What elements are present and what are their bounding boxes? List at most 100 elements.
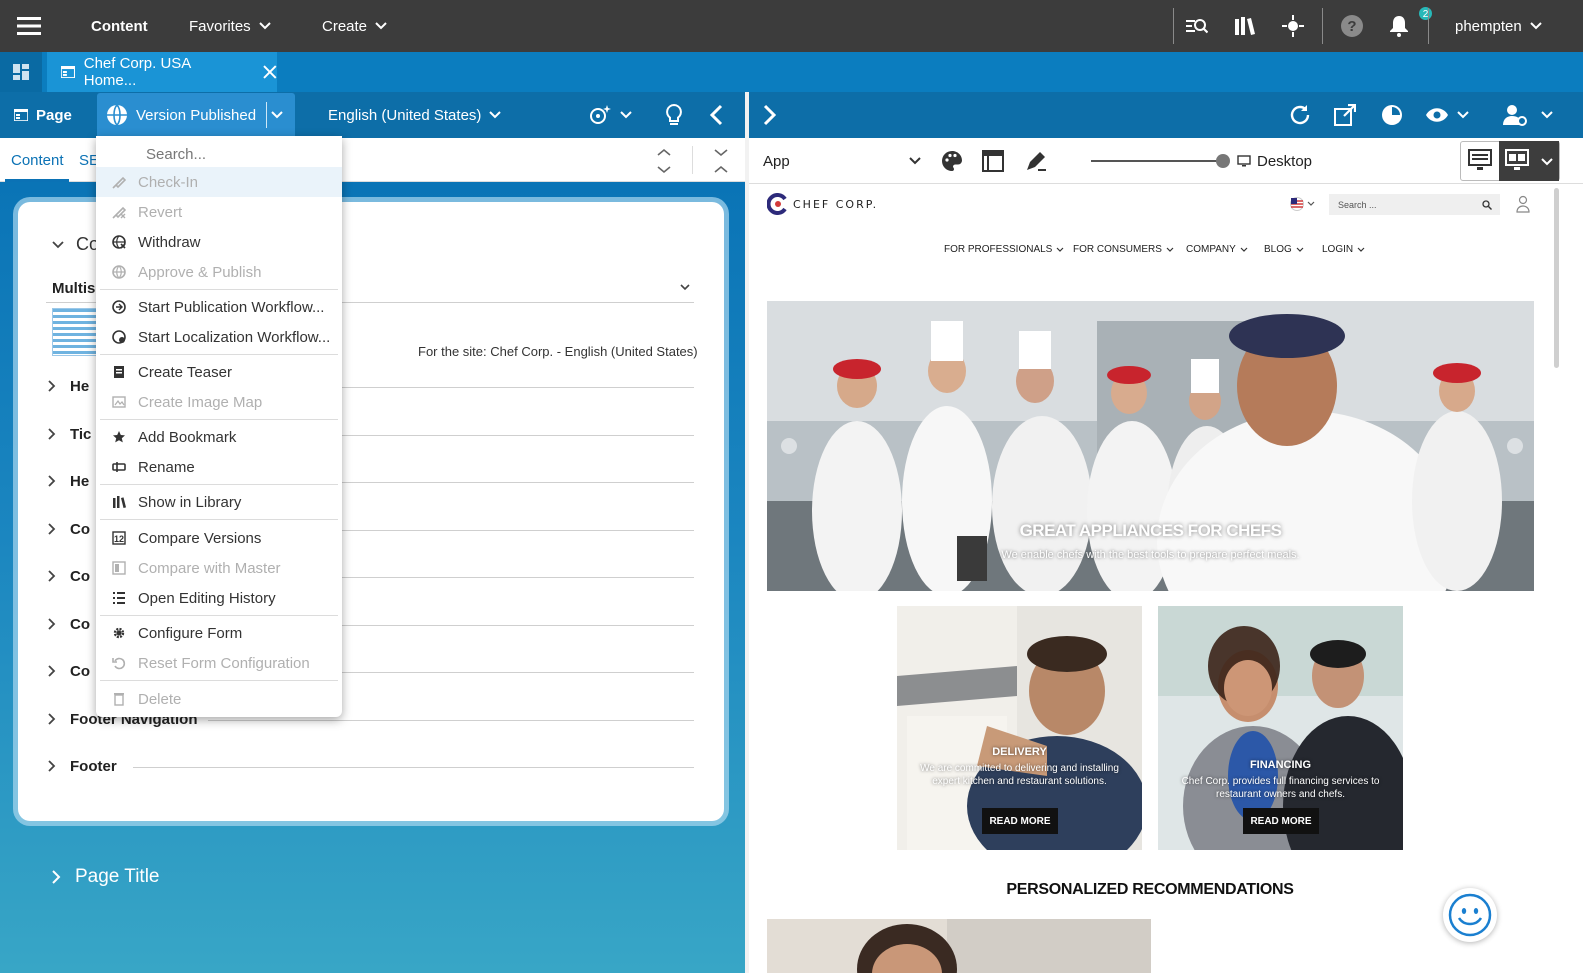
hamburger-menu-icon[interactable] xyxy=(17,0,41,52)
preview-visibility-toggle[interactable] xyxy=(1425,92,1469,138)
persona-selector[interactable] xyxy=(1503,92,1553,138)
expand-right-icon[interactable] xyxy=(763,92,777,138)
menu-item-show-in-library[interactable]: Show in Library xyxy=(96,487,342,517)
open-external-icon[interactable] xyxy=(1334,92,1356,138)
language-flag-selector[interactable] xyxy=(1290,197,1315,211)
menu-item-withdraw[interactable]: Withdraw xyxy=(96,227,342,257)
menu-item-approve-publish[interactable]: Approve & Publish xyxy=(96,257,342,287)
section-he-2[interactable]: He xyxy=(48,469,89,493)
palette-icon[interactable] xyxy=(940,149,964,173)
section-co-4[interactable]: Co xyxy=(48,659,90,683)
menu-divider xyxy=(100,519,338,520)
menu-item-reset-form-configuration[interactable]: Reset Form Configuration xyxy=(96,648,342,678)
site-info: For the site: Chef Corp. - English (Unit… xyxy=(418,344,698,359)
globe-published-icon xyxy=(107,104,127,126)
lightbulb-icon[interactable] xyxy=(664,92,684,138)
nav-content-label: Content xyxy=(91,17,148,35)
read-more-button[interactable]: READ MORE xyxy=(982,808,1058,834)
time-travel-icon[interactable] xyxy=(1381,92,1403,138)
menu-item-add-bookmark[interactable]: Add Bookmark xyxy=(96,422,342,452)
library-icon[interactable] xyxy=(1234,0,1256,52)
single-preview-icon[interactable] xyxy=(1468,149,1492,171)
section-he-1[interactable]: He xyxy=(48,374,89,398)
trash-icon xyxy=(114,693,124,706)
menu-item-delete[interactable]: Delete xyxy=(96,684,342,714)
version-status[interactable]: Version Published xyxy=(106,92,256,138)
menu-item-create-image-map[interactable]: Create Image Map xyxy=(96,387,342,417)
user-menu[interactable]: phempten xyxy=(1455,0,1542,52)
carousel-next-icon[interactable] xyxy=(1507,438,1523,454)
section-footer[interactable]: Footer xyxy=(48,754,117,778)
menu-item-revert[interactable]: Revert xyxy=(96,197,342,227)
site-nav-blog[interactable]: BLOG xyxy=(1264,244,1304,255)
app-selector[interactable]: App xyxy=(763,138,790,184)
menu-item-compare-versions[interactable]: 12 Compare Versions xyxy=(96,523,342,553)
zoom-slider-handle[interactable] xyxy=(1216,154,1230,168)
layout-icon[interactable] xyxy=(982,150,1004,172)
chevron-down-icon[interactable] xyxy=(909,157,921,165)
section-header[interactable]: Co xyxy=(52,234,99,255)
carousel-prev-icon[interactable] xyxy=(781,438,797,454)
hero-banner[interactable]: GREAT APPLIANCES FOR CHEFS We enable che… xyxy=(767,301,1534,591)
page-type-button[interactable]: Page xyxy=(14,92,72,138)
read-more-button[interactable]: READ MORE xyxy=(1243,808,1319,834)
menu-item-compare-with-master[interactable]: Compare with Master xyxy=(96,553,342,583)
feedback-smiley-icon[interactable] xyxy=(1443,888,1497,942)
zoom-slider-track[interactable] xyxy=(1091,160,1221,162)
menu-item-start-publication-workflow[interactable]: Start Publication Workflow... xyxy=(96,292,342,322)
chevron-down-icon[interactable] xyxy=(680,284,690,291)
preview-scrollbar[interactable] xyxy=(1554,188,1559,368)
teaser-delivery[interactable]: DELIVERY We are committed to delivering … xyxy=(897,606,1142,850)
workflow-icon xyxy=(112,300,126,314)
reload-icon[interactable] xyxy=(1289,92,1311,138)
menu-item-label: Approve & Publish xyxy=(138,263,262,281)
notification-bell-icon[interactable] xyxy=(1389,0,1409,52)
logo-text: CHEF CORP. xyxy=(793,197,879,211)
nav-create[interactable]: Create xyxy=(322,0,387,52)
tab-chef-corp-home[interactable]: Chef Corp. USA Home... xyxy=(47,52,277,92)
menu-item-configure-form[interactable]: Configure Form xyxy=(96,618,342,648)
help-icon[interactable]: ? xyxy=(1340,0,1364,52)
edit-brush-icon[interactable] xyxy=(1024,149,1048,173)
menu-search-placeholder: Search... xyxy=(146,146,207,163)
tab-content[interactable]: Content xyxy=(11,138,64,182)
locale-selector[interactable]: English (United States) xyxy=(328,92,502,138)
user-account-icon[interactable] xyxy=(1516,195,1530,213)
site-nav-consumers[interactable]: FOR CONSUMERS xyxy=(1073,244,1174,255)
search-content-icon[interactable] xyxy=(1186,0,1208,52)
version-menu-toggle[interactable] xyxy=(271,92,283,138)
site-nav-company[interactable]: COMPANY xyxy=(1186,244,1248,255)
section-co-2[interactable]: Co xyxy=(48,564,90,588)
site-search-input[interactable]: Search ... xyxy=(1329,194,1500,215)
section-tic[interactable]: Tic xyxy=(48,422,91,446)
section-co-1[interactable]: Co xyxy=(48,517,90,541)
expand-collapse-all-icon[interactable] xyxy=(656,148,672,174)
document-toolbar: Page Version Published English (United S… xyxy=(0,92,745,138)
control-room-icon[interactable] xyxy=(1281,0,1305,52)
menu-search-input[interactable]: Search... xyxy=(138,142,328,168)
teaser-icon xyxy=(114,366,124,378)
site-nav-professionals[interactable]: FOR PROFESSIONALS xyxy=(944,244,1064,255)
search-icon[interactable] xyxy=(1482,200,1492,210)
menu-item-open-editing-history[interactable]: Open Editing History xyxy=(96,583,342,613)
collapse-all-icon[interactable] xyxy=(713,148,729,174)
menu-item-rename[interactable]: Rename xyxy=(96,452,342,482)
section-page-title[interactable]: Page Title xyxy=(52,866,160,888)
teaser-financing[interactable]: FINANCING Chef Corp. provides full finan… xyxy=(1158,606,1403,850)
menu-item-start-localization-workflow[interactable]: Start Localization Workflow... xyxy=(96,322,342,352)
site-nav-login[interactable]: LOGIN xyxy=(1322,244,1365,255)
collapse-left-icon[interactable] xyxy=(709,92,723,138)
dashboard-icon[interactable] xyxy=(0,52,42,92)
recommendation-image[interactable] xyxy=(767,919,1151,973)
chevron-down-icon xyxy=(375,22,387,30)
menu-item-create-teaser[interactable]: Create Teaser xyxy=(96,357,342,387)
site-logo[interactable]: CHEF CORP. xyxy=(767,193,878,215)
multi-preview-button[interactable] xyxy=(1499,141,1559,181)
ai-assist-button[interactable] xyxy=(588,92,632,138)
nav-content[interactable]: Content xyxy=(91,0,148,52)
close-icon[interactable] xyxy=(263,65,277,79)
nav-favorites[interactable]: Favorites xyxy=(189,0,271,52)
tab-bar: Chef Corp. USA Home... xyxy=(0,52,1583,92)
menu-item-check-in[interactable]: Check-In xyxy=(96,167,342,197)
section-co-3[interactable]: Co xyxy=(48,612,90,636)
